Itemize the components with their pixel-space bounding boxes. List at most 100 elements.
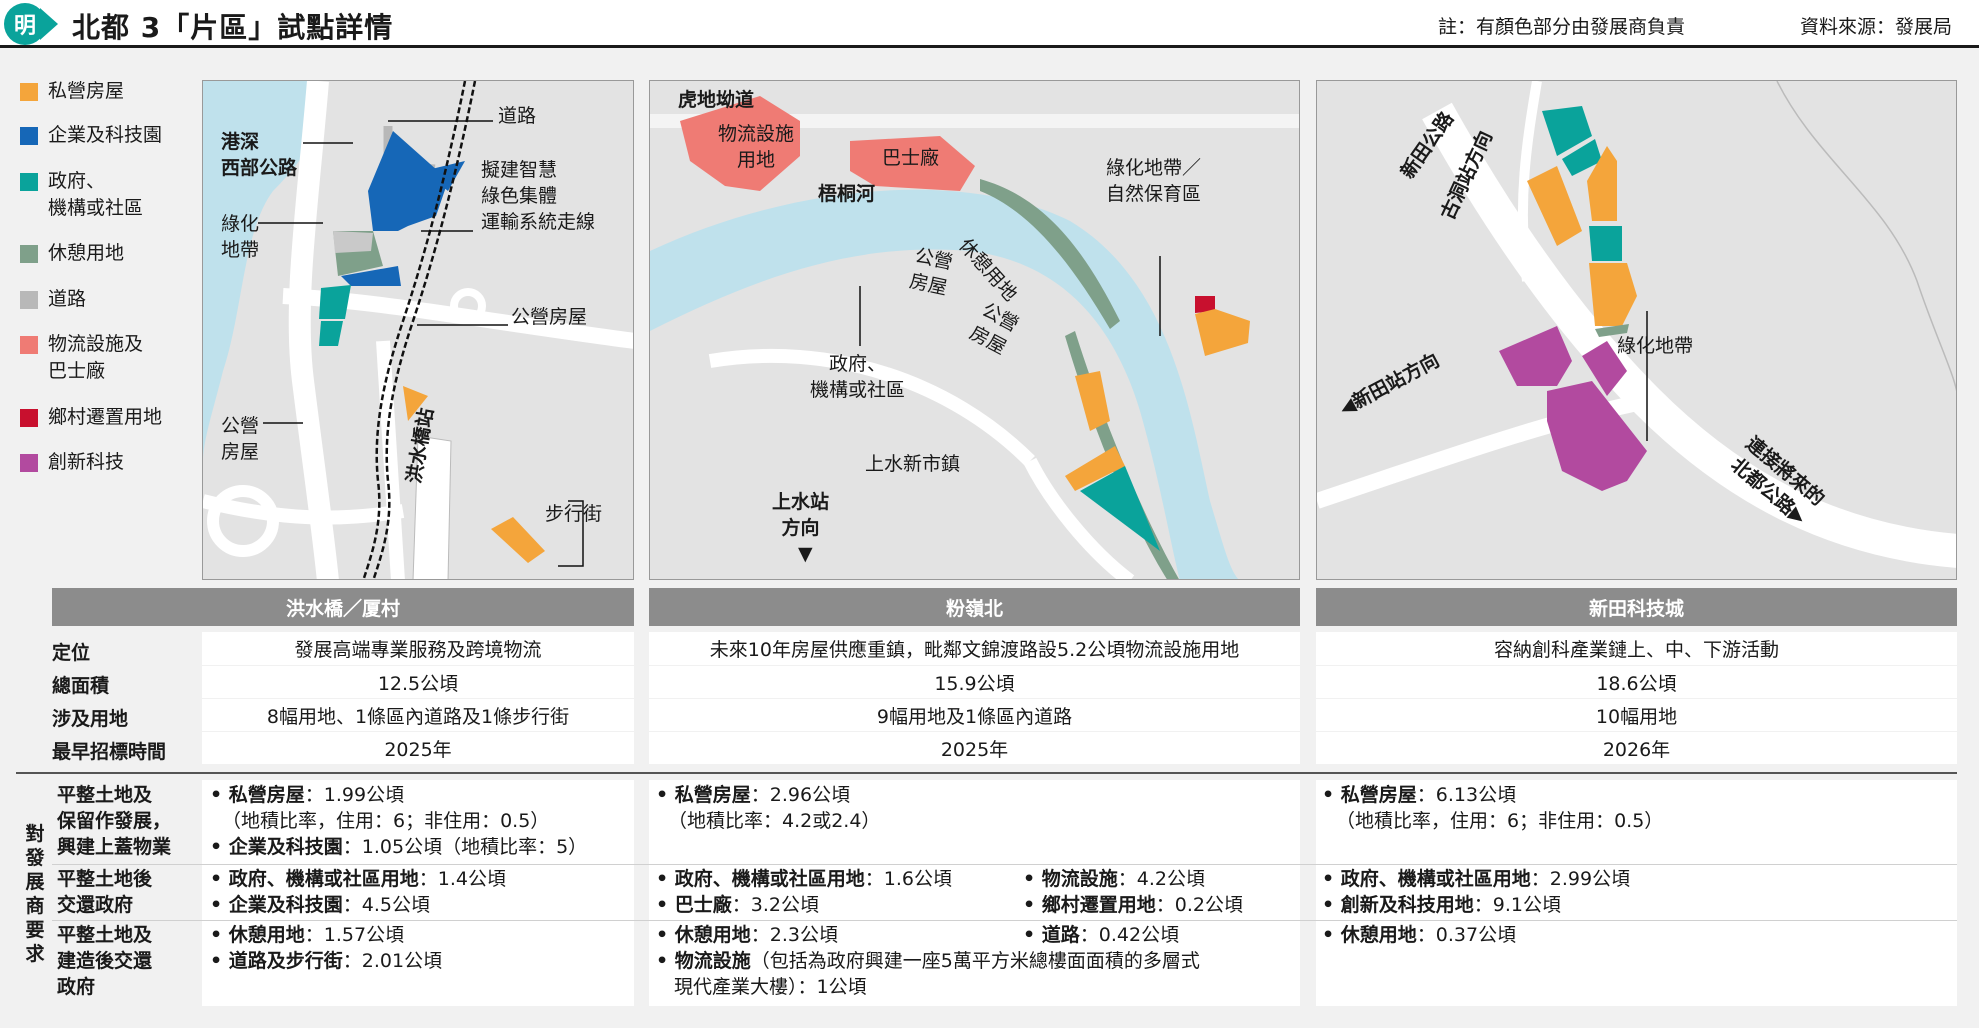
req-item: 休憩用地：0.37公頃 xyxy=(1322,922,1516,948)
hill-contour xyxy=(1776,81,1956,392)
legend-swatch xyxy=(20,291,38,309)
label-town: 上水新市鎮 xyxy=(865,453,961,475)
label-green-belt: 綠化 地帶 xyxy=(221,213,260,261)
info-label-area: 總面積 xyxy=(52,675,110,697)
legend-swatch xyxy=(20,127,38,145)
info-cell: 18.6公頃 xyxy=(1316,666,1957,698)
info-cell: 10幅用地 xyxy=(1316,699,1957,731)
info-label-tender: 最早招標時間 xyxy=(52,741,167,763)
req-item: 物流設施：4.2公頃 xyxy=(1023,866,1205,892)
legend-item-gov-community: 政府、 機構或社區 xyxy=(20,168,143,222)
info-cell: 2025年 xyxy=(202,732,634,764)
legend-swatch xyxy=(20,173,38,191)
req-item-detail: 現代產業大樓）：1公頃 xyxy=(674,976,867,998)
legend-item-road: 道路 xyxy=(20,286,86,313)
logo-arrow-icon xyxy=(40,8,58,40)
req-row-separator xyxy=(52,920,1957,921)
innovation-site-1 xyxy=(1499,326,1572,386)
legend-item-innovation: 創新科技 xyxy=(20,449,124,476)
legend-swatch xyxy=(20,83,38,101)
label-bus-depot: 巴士廠 xyxy=(882,147,940,169)
req-item: 私營房屋：2.96公頃 xyxy=(656,782,850,808)
info-cell: 2025年 xyxy=(649,732,1300,764)
label-logistics-site: 物流設施 用地 xyxy=(718,123,795,171)
legend-label: 物流設施及 巴士廠 xyxy=(48,333,144,382)
info-cell: 9幅用地及1條區內道路 xyxy=(649,699,1300,731)
lower-road xyxy=(203,494,405,525)
legend-label: 企業及科技園 xyxy=(48,124,163,146)
info-cell: 15.9公頃 xyxy=(649,666,1300,698)
legend-swatch xyxy=(20,336,38,354)
legend-item-private-housing: 私營房屋 xyxy=(20,78,124,105)
label-expressway: 港深 西部公路 xyxy=(221,131,298,179)
legend-swatch xyxy=(20,409,38,427)
req-item: 道路及步行街：2.01公頃 xyxy=(210,948,442,974)
label-tiger-road: 虎地坳道 xyxy=(678,89,755,111)
column-head-san-tin: 新田科技城 xyxy=(1316,588,1957,626)
req-row-label-return: 平整土地後 交還政府 xyxy=(57,868,153,916)
legend-item-rural-resite: 鄉村遷置用地 xyxy=(20,404,162,431)
column-head-fanling-north: 粉嶺北 xyxy=(649,588,1300,626)
req-item: 政府、機構或社區用地：2.99公頃 xyxy=(1322,866,1630,892)
req-row-separator xyxy=(52,864,1957,865)
req-item: 企業及科技園：1.05公頃（地積比率：5） xyxy=(210,834,587,860)
req-item: 休憩用地：2.3公頃 xyxy=(656,922,838,948)
label-smart-corridor: 擬建智慧 綠色集體 運輸系統走線 xyxy=(481,159,596,233)
legend-label: 政府、 機構或社區 xyxy=(48,170,144,219)
info-label-sites: 涉及用地 xyxy=(52,708,129,730)
label-road: 道路 xyxy=(498,105,537,127)
map-hung-shui-kiu: 道路 港深 西部公路 擬建智慧 綠色集體 運輸系統走線 綠化 地帶 公營房屋 公… xyxy=(202,80,634,580)
info-cell: 發展高端專業服務及跨境物流 xyxy=(202,632,634,665)
req-item-detail: （地積比率，住用：6；非住用：0.5） xyxy=(1336,810,1664,832)
req-item: 政府、機構或社區用地：1.6公頃 xyxy=(656,866,952,892)
gov-site-3 xyxy=(1589,226,1622,261)
label-walkway: 步行街 xyxy=(545,503,603,525)
label-public-housing-1: 公營房屋 xyxy=(511,306,588,328)
data-source: 資料來源：發展局 xyxy=(1800,16,1953,38)
req-item: 休憩用地：1.57公頃 xyxy=(210,922,404,948)
color-note: 註：有顏色部分由發展商負責 xyxy=(1438,16,1686,38)
req-item: 企業及科技園：4.5公頃 xyxy=(210,892,430,918)
gov-site-2 xyxy=(319,321,343,346)
section-divider xyxy=(16,772,1957,774)
req-item: 巴士廠：3.2公頃 xyxy=(656,892,819,918)
legend-label: 創新科技 xyxy=(48,451,125,473)
req-item: 創新及科技用地：9.1公頃 xyxy=(1322,892,1561,918)
req-item: 私營房屋：6.13公頃 xyxy=(1322,782,1516,808)
req-item: 私營房屋：1.99公頃 xyxy=(210,782,404,808)
map-fanling-north: 虎地坳道 物流設施 用地 巴士廠 梧桐河 綠化地帶／ 自然保育區 休憩用地 公營… xyxy=(649,80,1300,580)
walkway-site xyxy=(491,517,545,563)
label-public-housing-2: 公營 房屋 xyxy=(221,415,260,463)
green-site xyxy=(333,231,373,253)
label-gov: 政府、 機構或社區 xyxy=(810,353,906,401)
label-river: 梧桐河 xyxy=(818,183,876,205)
requirements-side-label: 對 發 展 商 要 求 xyxy=(25,823,45,965)
legend-item-logistics: 物流設施及 巴士廠 xyxy=(20,331,143,385)
info-label-positioning: 定位 xyxy=(52,642,91,664)
gov-site-1 xyxy=(319,285,351,319)
legend-label: 道路 xyxy=(48,288,87,310)
main-road xyxy=(1422,102,1956,568)
private-housing-site-c xyxy=(1195,309,1250,356)
map-san-tin: 新田公路 古洞站方向 綠化地帶 ◀新田站方向 連接將來的 北都公路▶ xyxy=(1316,80,1957,580)
req-item-detail: （地積比率，住用：6；非住用：0.5） xyxy=(222,810,550,832)
private-housing-site-2 xyxy=(1527,166,1582,246)
label-green-conservation: 綠化地帶／ 自然保育區 xyxy=(1106,157,1202,205)
legend-label: 休憩用地 xyxy=(48,242,125,264)
req-item: 政府、機構或社區用地：1.4公頃 xyxy=(210,866,506,892)
roundabout xyxy=(207,485,279,557)
req-item: 物流設施（包括為政府興建一座5萬平方米總樓面面積的多層式 xyxy=(656,948,1200,974)
req-item-detail: （地積比率：4.2或2.4） xyxy=(668,810,881,832)
legend-swatch xyxy=(20,245,38,263)
info-cell: 2026年 xyxy=(1316,732,1957,764)
legend-item-leisure: 休憩用地 xyxy=(20,240,124,267)
header-bar: 明 北都 3「片區」試點詳情 註：有顏色部分由發展商負責 資料來源：發展局 xyxy=(0,0,1979,48)
column-head-hung-shui-kiu: 洪水橋／厦村 xyxy=(52,588,634,626)
private-housing-site-a xyxy=(1075,371,1110,431)
req-row-label-build-return: 平整土地及 建造後交還 政府 xyxy=(57,924,153,998)
legend-swatch xyxy=(20,454,38,472)
info-cell: 未來10年房屋供應重鎮，毗鄰文錦渡路設5.2公頃物流設施用地 xyxy=(649,632,1300,665)
legend-item-enterprise-tech: 企業及科技園 xyxy=(20,122,162,149)
legend-label: 鄉村遷置用地 xyxy=(48,406,163,428)
req-item: 道路：0.42公頃 xyxy=(1023,922,1179,948)
